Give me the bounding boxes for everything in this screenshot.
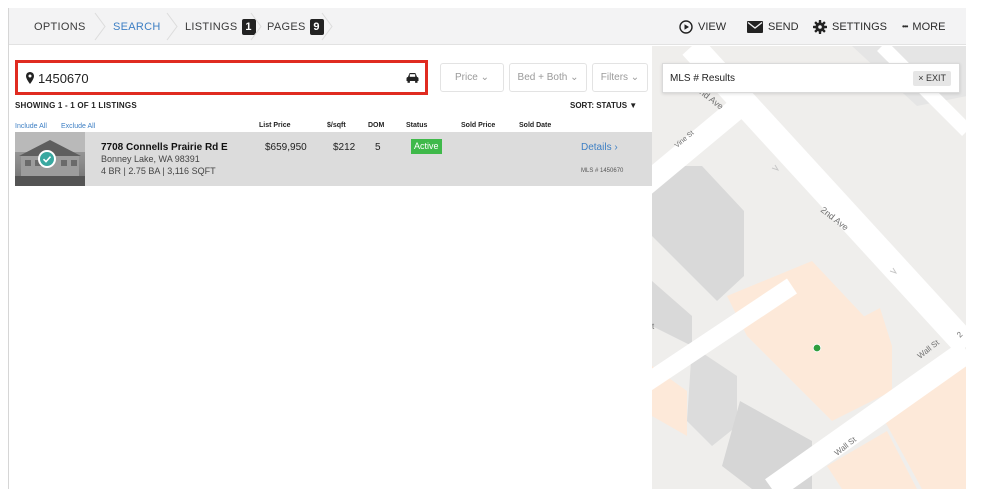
listing-mls-number: MLS # 1450670 [581,168,624,174]
street-map: 2nd Ave Vine St 2nd Ave Wall St Wall St … [652,46,966,489]
nav-listings-label: LISTINGS [185,20,238,33]
search-input[interactable] [38,70,398,86]
listing-row[interactable]: 7708 Connells Prairie Rd E Bonney Lake, … [15,132,653,186]
nav-pages-label: PAGES [267,20,306,33]
mls-results-title: MLS # Results [670,73,736,84]
nav-listings[interactable]: LISTINGS 1 [185,8,256,45]
gear-icon [813,19,827,34]
listing-list-price: $659,950 [265,142,307,153]
col-dom[interactable]: DOM [368,122,384,129]
app-window: OPTIONS SEARCH LISTINGS 1 PAGES 9 VIEW S… [8,8,966,489]
settings-label: SETTINGS [832,20,888,33]
map-pin-icon [26,72,34,84]
include-all-link[interactable]: Include All [15,123,47,130]
play-circle-icon [679,19,693,34]
nav-pages[interactable]: PAGES 9 [267,8,324,45]
price-filter-label: Price ⌄ [455,72,489,83]
nav-options[interactable]: OPTIONS [34,8,86,45]
col-sold-price[interactable]: Sold Price [461,122,495,129]
bed-bath-filter[interactable]: Bed + Both ⌄ [509,63,587,92]
breadcrumb-separator-icon [94,12,106,41]
listing-dom: 5 [375,142,381,153]
exclude-all-link[interactable]: Exclude All [61,123,95,130]
checkmark-icon [42,156,52,163]
view-label: VIEW [698,20,727,33]
send-button[interactable]: SEND [747,8,799,45]
filters-label: Filters ⌄ [600,72,640,83]
more-label: MORE [912,20,946,33]
nav-options-label: OPTIONS [34,20,86,33]
col-status[interactable]: Status [406,122,427,129]
col-per-sqft[interactable]: $/sqft [327,122,346,129]
more-dots-icon: ••• [902,22,908,31]
breadcrumb-separator-icon [250,12,262,41]
nav-search-label: SEARCH [113,20,161,33]
nav-search[interactable]: SEARCH [113,8,161,45]
more-button[interactable]: ••• MORE [902,8,945,45]
top-nav-bar: OPTIONS SEARCH LISTINGS 1 PAGES 9 VIEW S… [9,8,966,45]
more-filters[interactable]: Filters ⌄ [592,63,648,92]
status-badge: Active [411,139,442,154]
envelope-icon [747,20,763,33]
car-icon[interactable] [406,72,419,83]
listing-city: Bonney Lake, WA 98391 [101,154,200,164]
breadcrumb-separator-icon [166,12,178,41]
selected-check-icon[interactable] [38,150,56,168]
mls-results-panel: MLS # Results × EXIT [662,63,960,93]
settings-button[interactable]: SETTINGS [813,8,887,45]
listing-photo[interactable] [15,132,85,186]
bed-bath-filter-label: Bed + Both ⌄ [517,72,579,83]
breadcrumb-separator-icon [321,12,333,41]
details-link[interactable]: Details › [581,142,618,153]
sort-dropdown[interactable]: SORT: STATUS ▼ [570,101,637,110]
listing-marker-icon[interactable] [812,343,822,353]
col-sold-date[interactable]: Sold Date [519,122,551,129]
map-view[interactable]: 2nd Ave Vine St 2nd Ave Wall St Wall St … [652,46,966,489]
price-filter[interactable]: Price ⌄ [440,63,504,92]
listing-address[interactable]: 7708 Connells Prairie Rd E [101,142,228,153]
view-button[interactable]: VIEW [679,8,726,45]
listing-per-sqft: $212 [333,142,356,153]
mls-search-box[interactable] [15,60,428,95]
exit-button[interactable]: × EXIT [913,71,951,86]
col-list-price[interactable]: List Price [259,122,291,129]
listing-specs: 4 BR | 2.75 BA | 3,116 SQFT [101,166,216,176]
send-label: SEND [768,20,799,33]
results-count: SHOWING 1 - 1 OF 1 LISTINGS [15,101,137,110]
